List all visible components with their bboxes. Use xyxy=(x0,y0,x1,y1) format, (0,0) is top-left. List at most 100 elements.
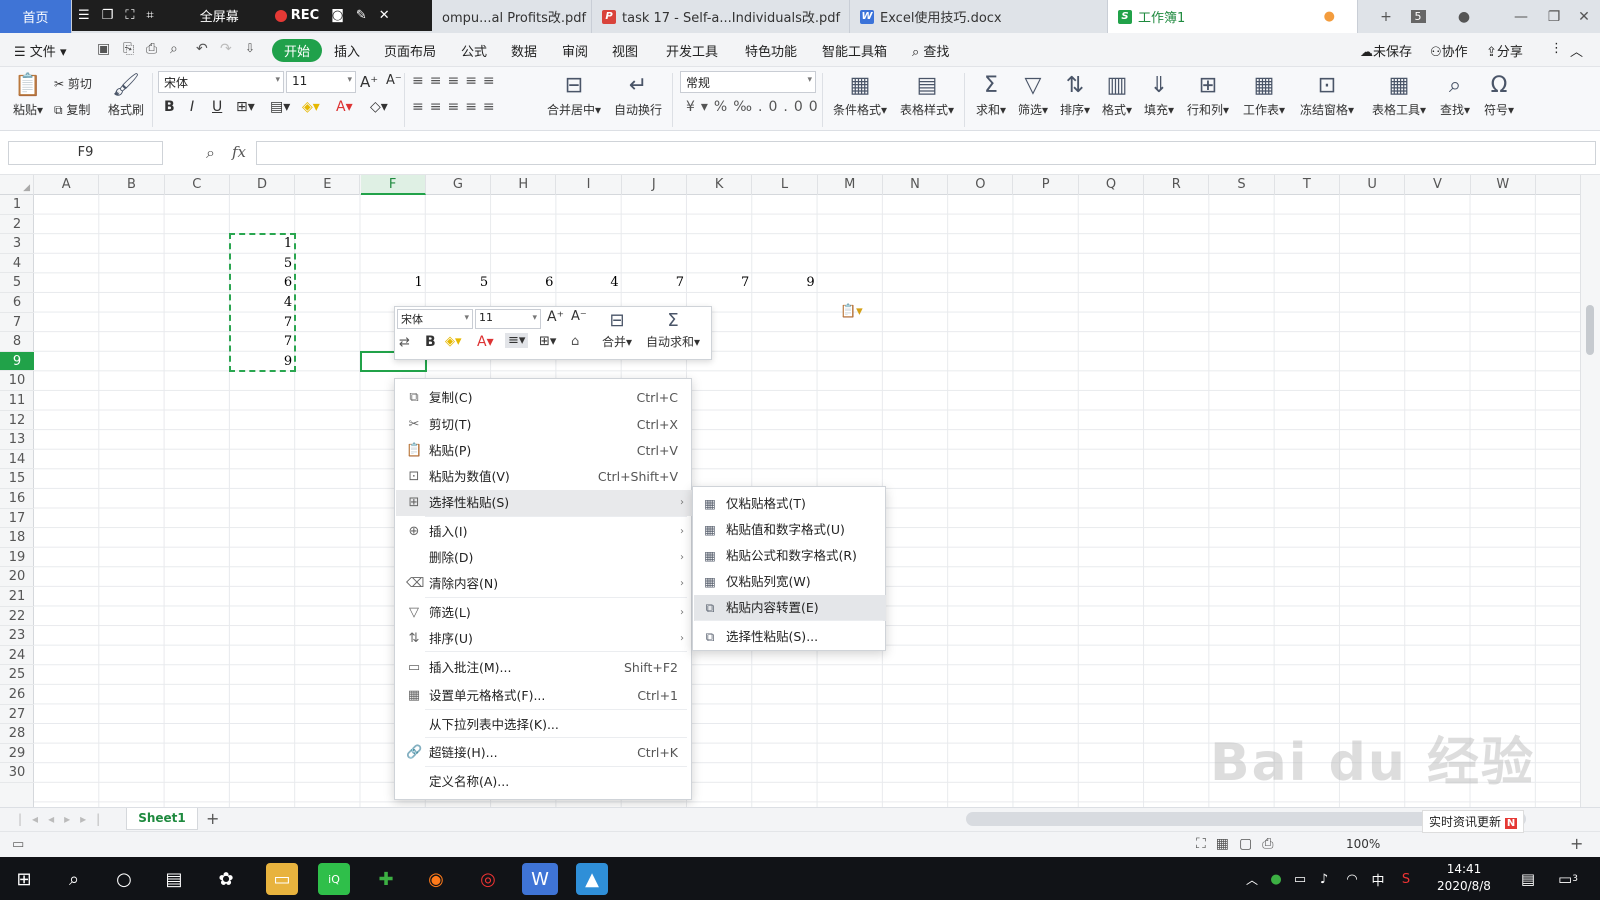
column-header[interactable]: E xyxy=(295,175,361,195)
row-header[interactable]: 3 xyxy=(0,234,34,254)
column-header[interactable]: Q xyxy=(1079,175,1145,195)
row-header[interactable]: 23 xyxy=(0,626,34,646)
status-icon[interactable]: ▭ xyxy=(12,837,24,852)
format-button[interactable]: ▥ 格式▾ xyxy=(1098,71,1136,118)
format-painter-button[interactable]: 🖌 格式刷 xyxy=(106,71,146,118)
row-header[interactable]: 4 xyxy=(0,254,34,274)
submenu-item[interactable]: ▦ 粘贴值和数字格式(U) xyxy=(694,517,886,543)
shrink-font-icon[interactable]: A⁻ xyxy=(386,73,402,88)
menu-features[interactable]: 特色功能 xyxy=(745,41,797,60)
unsaved-status[interactable]: ☁未保存 xyxy=(1360,41,1412,60)
table-tools-button[interactable]: ▦ 表格工具▾ xyxy=(1368,71,1430,118)
clock[interactable]: 14:41 2020/8/8 xyxy=(1426,861,1502,895)
mini-wrap-icon[interactable]: ⇄ xyxy=(399,335,410,350)
column-header[interactable]: R xyxy=(1144,175,1210,195)
row-header[interactable]: 10 xyxy=(0,371,34,391)
row-header[interactable]: 30 xyxy=(0,763,34,783)
vertical-align-icons[interactable]: ≡≡≡≡≡ xyxy=(412,73,501,89)
column-header[interactable]: V xyxy=(1405,175,1471,195)
netease-music-icon[interactable]: ◎ xyxy=(472,863,504,895)
row-header[interactable]: 15 xyxy=(0,469,34,489)
column-header[interactable]: I xyxy=(556,175,622,195)
submenu-item[interactable]: ▦ 仅粘贴格式(T) xyxy=(694,491,886,517)
menu-page-layout[interactable]: 页面布局 xyxy=(384,41,436,60)
font-color-icon[interactable]: A▾ xyxy=(336,99,353,115)
app-pinwheel-icon[interactable]: ✿ xyxy=(210,863,242,895)
formula-input[interactable] xyxy=(256,141,1596,165)
print-icon[interactable]: ⎙ xyxy=(146,41,157,57)
bold-icon[interactable]: B xyxy=(164,99,175,115)
undo-icon[interactable]: ↶ xyxy=(196,41,208,57)
sheet-tab-sheet1[interactable]: Sheet1 xyxy=(126,808,198,830)
column-header[interactable]: G xyxy=(426,175,492,195)
grow-font-icon[interactable]: A⁺ xyxy=(360,73,378,91)
row-header[interactable]: 26 xyxy=(0,685,34,705)
task-view-icon[interactable]: ▤ xyxy=(158,863,190,895)
photos-icon[interactable]: ▲ xyxy=(576,863,608,895)
cell-value[interactable]: 1 xyxy=(361,273,426,293)
menu-toolbox[interactable]: 智能工具箱 xyxy=(822,41,887,60)
cell-style-icon[interactable]: ▤▾ xyxy=(270,99,290,115)
context-menu-item[interactable]: ▭ 插入批注(M)... Shift+F2 xyxy=(396,655,692,681)
context-menu-item[interactable]: 📋 粘贴(P) Ctrl+V xyxy=(396,438,692,464)
mini-border-icon[interactable]: ⊞▾ xyxy=(539,334,556,349)
restore-icon[interactable]: ❐ xyxy=(1538,0,1570,33)
horizontal-align-icons[interactable]: ≡≡≡≡≡ xyxy=(412,99,501,115)
submenu-item[interactable]: ⧉ 粘贴内容转置(E) xyxy=(694,595,886,621)
column-header[interactable]: C xyxy=(165,175,230,195)
column-header[interactable]: P xyxy=(1014,175,1079,195)
scroll-thumb[interactable] xyxy=(1586,305,1594,355)
row-header[interactable]: 20 xyxy=(0,567,34,587)
column-header[interactable]: W xyxy=(1471,175,1536,195)
fill-color-icon[interactable]: ◈▾ xyxy=(302,99,320,115)
find-button[interactable]: ⌕ 查找▾ xyxy=(1436,71,1474,118)
more-icon[interactable]: ⋮ xyxy=(1550,41,1563,56)
avatar[interactable]: ● xyxy=(1448,0,1480,33)
tab-workbook-active[interactable]: S 工作簿1 ● xyxy=(1108,0,1358,33)
wps-icon[interactable]: W xyxy=(522,863,558,895)
column-header[interactable]: S xyxy=(1209,175,1275,195)
select-all-corner[interactable]: ◢ xyxy=(0,175,34,195)
name-box[interactable]: F9 xyxy=(8,141,163,165)
column-header[interactable]: T xyxy=(1275,175,1340,195)
tab-count[interactable]: 5 xyxy=(1402,0,1434,33)
cell-value[interactable]: 7 xyxy=(622,273,687,293)
new-tab-icon[interactable]: + xyxy=(1370,0,1402,33)
minimize-icon[interactable]: — xyxy=(1505,0,1537,33)
clear-icon[interactable]: ◇▾ xyxy=(370,99,388,115)
cell-value[interactable]: 9 xyxy=(752,273,817,293)
row-header[interactable]: 1 xyxy=(0,195,34,215)
add-sheet-button[interactable]: + xyxy=(206,809,219,828)
column-header[interactable]: A xyxy=(34,175,100,195)
table-style-button[interactable]: ▤ 表格样式▾ xyxy=(896,71,958,118)
file-explorer-icon[interactable]: ▭ xyxy=(266,863,298,895)
border-icon[interactable]: ⊞▾ xyxy=(236,99,255,115)
mini-format-painter-icon[interactable]: ⌂ xyxy=(571,334,579,349)
column-header[interactable]: N xyxy=(883,175,949,195)
column-header[interactable]: H xyxy=(491,175,557,195)
sort-button[interactable]: ⇅ 排序▾ xyxy=(1056,71,1094,118)
mini-size-select[interactable]: 11 xyxy=(475,309,541,329)
cell-value[interactable]: 6 xyxy=(491,273,556,293)
share-button[interactable]: ⇪分享 xyxy=(1486,41,1523,60)
context-menu-item[interactable]: 定义名称(A)... xyxy=(396,769,692,795)
menu-formula[interactable]: 公式 xyxy=(461,41,487,60)
green-plus-app-icon[interactable]: ✚ xyxy=(370,863,402,895)
mini-grow-font-icon[interactable]: A⁺ xyxy=(547,309,564,325)
region-icon[interactable]: ⛶ xyxy=(125,8,134,23)
column-header[interactable]: O xyxy=(948,175,1014,195)
merge-center-button[interactable]: ⊟ 合并居中▾ xyxy=(544,71,604,118)
context-menu-item[interactable]: ▽ 筛选(L) › xyxy=(396,600,692,626)
tab-home[interactable]: 首页 xyxy=(0,0,72,33)
column-header[interactable]: F xyxy=(360,175,426,195)
row-header[interactable]: 9 xyxy=(0,351,34,372)
menu-view[interactable]: 视图 xyxy=(612,41,638,60)
worksheet-button[interactable]: ▦ 工作表▾ xyxy=(1240,71,1288,118)
row-header[interactable]: 18 xyxy=(0,528,34,548)
menu-developer[interactable]: 开发工具 xyxy=(666,41,718,60)
context-menu-item[interactable]: ✂ 剪切(T) Ctrl+X xyxy=(396,412,692,438)
mini-fill-color-icon[interactable]: ◈▾ xyxy=(445,334,462,349)
redo-icon[interactable]: ↷ xyxy=(220,41,232,57)
paste-options-icon[interactable]: 📋▾ xyxy=(840,304,863,319)
action-center-icon[interactable]: ▭ 3 xyxy=(1552,863,1584,895)
